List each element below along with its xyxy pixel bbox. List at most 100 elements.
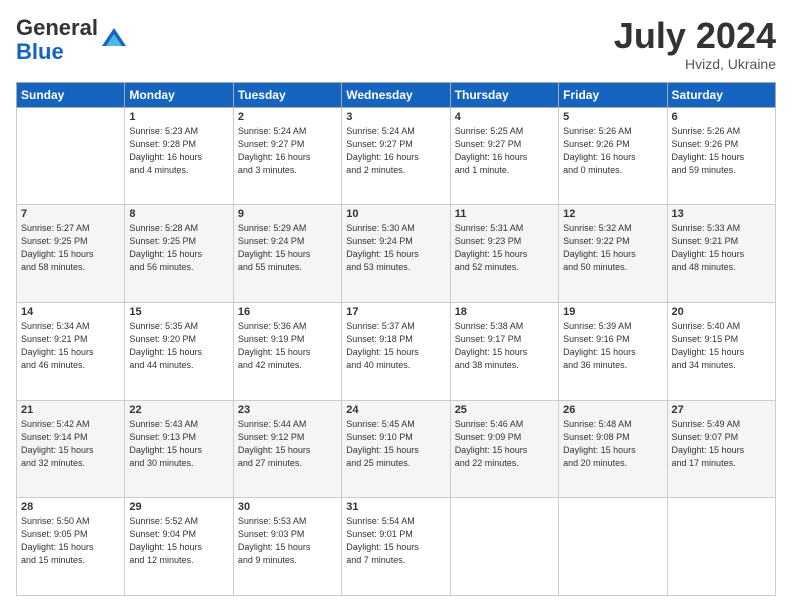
- week-row-3: 14 Sunrise: 5:34 AM Sunset: 9:21 PM Dayli…: [17, 302, 776, 400]
- cell-content: Sunrise: 5:44 AM Sunset: 9:12 PM Dayligh…: [238, 418, 337, 470]
- col-friday: Friday: [559, 82, 667, 107]
- cell-w4-d7: 27 Sunrise: 5:49 AM Sunset: 9:07 PM Dayli…: [667, 400, 775, 498]
- cell-content: Sunrise: 5:50 AM Sunset: 9:05 PM Dayligh…: [21, 515, 120, 567]
- day-number: 29: [129, 501, 228, 513]
- cell-content: Sunrise: 5:36 AM Sunset: 9:19 PM Dayligh…: [238, 320, 337, 372]
- cell-content: Sunrise: 5:27 AM Sunset: 9:25 PM Dayligh…: [21, 222, 120, 274]
- day-number: 25: [455, 404, 554, 416]
- day-number: 1: [129, 111, 228, 123]
- cell-w5-d2: 29 Sunrise: 5:52 AM Sunset: 9:04 PM Dayli…: [125, 498, 233, 596]
- cell-content: Sunrise: 5:24 AM Sunset: 9:27 PM Dayligh…: [238, 125, 337, 177]
- cell-w4-d4: 24 Sunrise: 5:45 AM Sunset: 9:10 PM Dayli…: [342, 400, 450, 498]
- cell-content: Sunrise: 5:34 AM Sunset: 9:21 PM Dayligh…: [21, 320, 120, 372]
- logo-blue: Blue: [16, 39, 64, 64]
- cell-w2-d2: 8Sunrise: 5:28 AM Sunset: 9:25 PM Daylig…: [125, 205, 233, 303]
- cell-content: Sunrise: 5:25 AM Sunset: 9:27 PM Dayligh…: [455, 125, 554, 177]
- cell-content: Sunrise: 5:52 AM Sunset: 9:04 PM Dayligh…: [129, 515, 228, 567]
- day-number: 5: [563, 111, 662, 123]
- col-tuesday: Tuesday: [233, 82, 341, 107]
- cell-w5-d7: [667, 498, 775, 596]
- day-number: 14: [21, 306, 120, 318]
- cell-content: Sunrise: 5:26 AM Sunset: 9:26 PM Dayligh…: [563, 125, 662, 177]
- col-sunday: Sunday: [17, 82, 125, 107]
- cell-content: Sunrise: 5:40 AM Sunset: 9:15 PM Dayligh…: [672, 320, 771, 372]
- cell-w1-d3: 2 Sunrise: 5:24 AM Sunset: 9:27 PM Daylig…: [233, 107, 341, 205]
- day-number: 22: [129, 404, 228, 416]
- cell-content: Sunrise: 5:46 AM Sunset: 9:09 PM Dayligh…: [455, 418, 554, 470]
- day-number: 17: [346, 306, 445, 318]
- day-number: 16: [238, 306, 337, 318]
- cell-content: Sunrise: 5:54 AM Sunset: 9:01 PM Dayligh…: [346, 515, 445, 567]
- calendar-header-row: Sunday Monday Tuesday Wednesday Thursday…: [17, 82, 776, 107]
- week-row-2: 7 Sunrise: 5:27 AM Sunset: 9:25 PM Daylig…: [17, 205, 776, 303]
- cell-w3-d4: 17 Sunrise: 5:37 AM Sunset: 9:18 PM Dayli…: [342, 302, 450, 400]
- cell-w5-d3: 30 Sunrise: 5:53 AM Sunset: 9:03 PM Dayli…: [233, 498, 341, 596]
- cell-w1-d7: 6Sunrise: 5:26 AM Sunset: 9:26 PM Daylig…: [667, 107, 775, 205]
- day-number: 31: [346, 501, 445, 513]
- page: General Blue July 2024 Hvizd, Ukraine Su…: [0, 0, 792, 612]
- cell-w3-d5: 18 Sunrise: 5:38 AM Sunset: 9:17 PM Dayli…: [450, 302, 558, 400]
- cell-content: Sunrise: 5:42 AM Sunset: 9:14 PM Dayligh…: [21, 418, 120, 470]
- cell-w1-d4: 3 Sunrise: 5:24 AM Sunset: 9:27 PM Daylig…: [342, 107, 450, 205]
- cell-w3-d6: 19 Sunrise: 5:39 AM Sunset: 9:16 PM Dayli…: [559, 302, 667, 400]
- cell-content: Sunrise: 5:48 AM Sunset: 9:08 PM Dayligh…: [563, 418, 662, 470]
- cell-content: Sunrise: 5:30 AM Sunset: 9:24 PM Dayligh…: [346, 222, 445, 274]
- day-number: 6: [672, 111, 771, 123]
- cell-w5-d6: [559, 498, 667, 596]
- cell-content: Sunrise: 5:24 AM Sunset: 9:27 PM Dayligh…: [346, 125, 445, 177]
- cell-w5-d5: [450, 498, 558, 596]
- day-number: 27: [672, 404, 771, 416]
- cell-content: Sunrise: 5:38 AM Sunset: 9:17 PM Dayligh…: [455, 320, 554, 372]
- cell-w5-d4: 31 Sunrise: 5:54 AM Sunset: 9:01 PM Dayli…: [342, 498, 450, 596]
- day-number: 19: [563, 306, 662, 318]
- cell-w1-d6: 5 Sunrise: 5:26 AM Sunset: 9:26 PM Daylig…: [559, 107, 667, 205]
- cell-w3-d2: 15 Sunrise: 5:35 AM Sunset: 9:20 PM Dayli…: [125, 302, 233, 400]
- week-row-4: 21 Sunrise: 5:42 AM Sunset: 9:14 PM Dayli…: [17, 400, 776, 498]
- day-number: 9: [238, 208, 337, 220]
- day-number: 15: [129, 306, 228, 318]
- cell-content: Sunrise: 5:45 AM Sunset: 9:10 PM Dayligh…: [346, 418, 445, 470]
- day-number: 26: [563, 404, 662, 416]
- cell-w4-d2: 22 Sunrise: 5:43 AM Sunset: 9:13 PM Dayli…: [125, 400, 233, 498]
- cell-content: Sunrise: 5:33 AM Sunset: 9:21 PM Dayligh…: [672, 222, 771, 274]
- title-block: July 2024 Hvizd, Ukraine: [614, 16, 776, 72]
- cell-content: Sunrise: 5:39 AM Sunset: 9:16 PM Dayligh…: [563, 320, 662, 372]
- week-row-5: 28 Sunrise: 5:50 AM Sunset: 9:05 PM Dayli…: [17, 498, 776, 596]
- cell-content: Sunrise: 5:37 AM Sunset: 9:18 PM Dayligh…: [346, 320, 445, 372]
- cell-content: Sunrise: 5:29 AM Sunset: 9:24 PM Dayligh…: [238, 222, 337, 274]
- day-number: 18: [455, 306, 554, 318]
- cell-content: Sunrise: 5:53 AM Sunset: 9:03 PM Dayligh…: [238, 515, 337, 567]
- day-number: 4: [455, 111, 554, 123]
- cell-content: Sunrise: 5:49 AM Sunset: 9:07 PM Dayligh…: [672, 418, 771, 470]
- calendar-table: Sunday Monday Tuesday Wednesday Thursday…: [16, 82, 776, 596]
- cell-w4-d3: 23Sunrise: 5:44 AM Sunset: 9:12 PM Dayli…: [233, 400, 341, 498]
- day-number: 2: [238, 111, 337, 123]
- day-number: 8: [129, 208, 228, 220]
- cell-w1-d5: 4 Sunrise: 5:25 AM Sunset: 9:27 PM Daylig…: [450, 107, 558, 205]
- day-number: 30: [238, 501, 337, 513]
- day-number: 12: [563, 208, 662, 220]
- cell-w5-d1: 28 Sunrise: 5:50 AM Sunset: 9:05 PM Dayli…: [17, 498, 125, 596]
- day-number: 7: [21, 208, 120, 220]
- cell-content: Sunrise: 5:35 AM Sunset: 9:20 PM Dayligh…: [129, 320, 228, 372]
- cell-w1-d2: 1 Sunrise: 5:23 AM Sunset: 9:28 PM Daylig…: [125, 107, 233, 205]
- day-number: 28: [21, 501, 120, 513]
- cell-content: Sunrise: 5:43 AM Sunset: 9:13 PM Dayligh…: [129, 418, 228, 470]
- col-monday: Monday: [125, 82, 233, 107]
- cell-w3-d3: 16 Sunrise: 5:36 AM Sunset: 9:19 PM Dayli…: [233, 302, 341, 400]
- cell-w2-d4: 10Sunrise: 5:30 AM Sunset: 9:24 PM Dayli…: [342, 205, 450, 303]
- day-number: 21: [21, 404, 120, 416]
- month-title: July 2024: [614, 16, 776, 56]
- col-saturday: Saturday: [667, 82, 775, 107]
- day-number: 24: [346, 404, 445, 416]
- cell-content: Sunrise: 5:23 AM Sunset: 9:28 PM Dayligh…: [129, 125, 228, 177]
- cell-w3-d7: 20Sunrise: 5:40 AM Sunset: 9:15 PM Dayli…: [667, 302, 775, 400]
- cell-w1-d1: [17, 107, 125, 205]
- cell-w4-d5: 25 Sunrise: 5:46 AM Sunset: 9:09 PM Dayli…: [450, 400, 558, 498]
- logo: General Blue: [16, 16, 128, 64]
- cell-content: Sunrise: 5:32 AM Sunset: 9:22 PM Dayligh…: [563, 222, 662, 274]
- cell-w2-d3: 9 Sunrise: 5:29 AM Sunset: 9:24 PM Daylig…: [233, 205, 341, 303]
- day-number: 13: [672, 208, 771, 220]
- day-number: 3: [346, 111, 445, 123]
- logo-icon: [100, 26, 128, 54]
